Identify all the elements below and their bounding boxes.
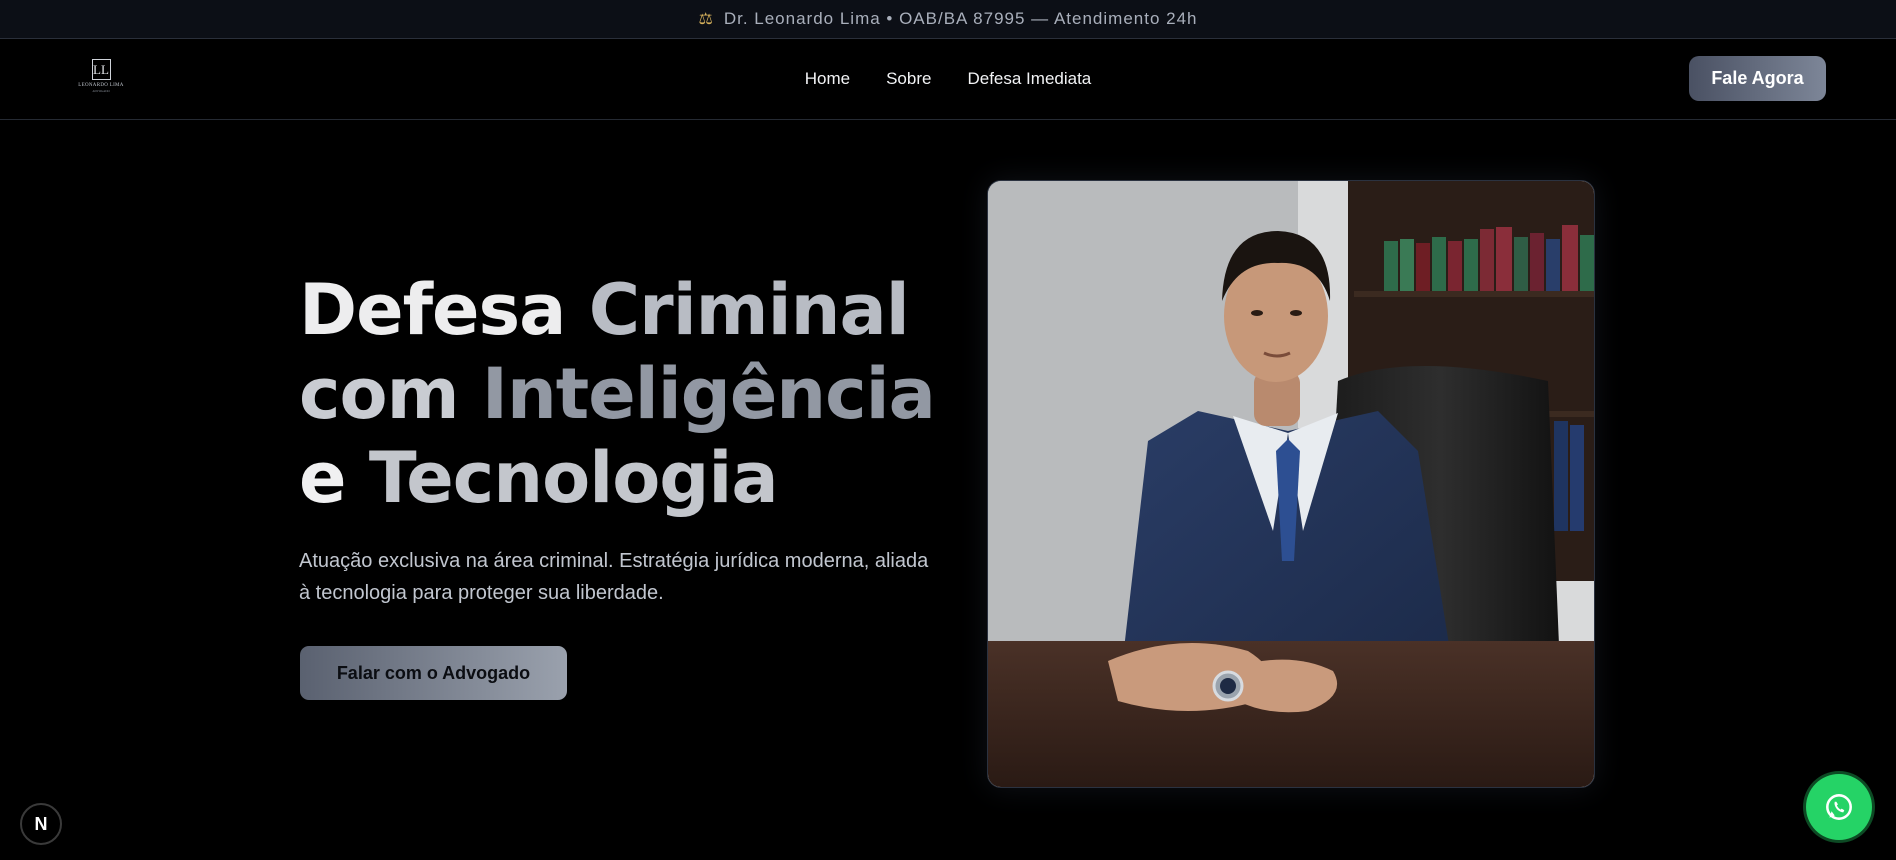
- headline-word: Inteligência: [481, 353, 936, 435]
- whatsapp-icon: [1826, 794, 1852, 820]
- headline-word: Criminal: [588, 269, 910, 351]
- main-navbar: LL LEONARDO LIMA ADVOGADO Home Sobre Def…: [0, 39, 1896, 120]
- nav-item-home[interactable]: Home: [805, 69, 850, 89]
- headline-word: Defesa: [299, 269, 566, 351]
- announcement-text: Dr. Leonardo Lima • OAB/BA 87995 — Atend…: [723, 9, 1198, 28]
- lawyer-portrait-photo: [987, 180, 1595, 788]
- logo-subtitle: ADVOGADO: [92, 89, 110, 93]
- nextjs-dev-indicator[interactable]: N: [20, 803, 62, 845]
- headline-line-3: e Tecnologia: [299, 436, 919, 520]
- nav-item-sobre[interactable]: Sobre: [886, 69, 931, 89]
- headline-word: com: [299, 353, 460, 435]
- hero-headline: Defesa Criminal com Inteligência e Tecno…: [299, 268, 936, 520]
- scale-icon: ⚖: [698, 11, 714, 28]
- falar-com-advogado-button[interactable]: Falar com o Advogado: [300, 646, 567, 700]
- fale-agora-button[interactable]: Fale Agora: [1689, 56, 1826, 101]
- logo-name: LEONARDO LIMA: [78, 83, 124, 88]
- nav-menu: Home Sobre Defesa Imediata: [0, 39, 1896, 119]
- portrait-illustration: [988, 181, 1594, 787]
- logo-monogram: LL: [91, 59, 111, 80]
- hero-subtitle: Atuação exclusiva na área criminal. Estr…: [299, 550, 929, 604]
- headline-line-1: Defesa Criminal: [299, 268, 919, 352]
- nav-item-defesa-imediata[interactable]: Defesa Imediata: [967, 69, 1091, 89]
- top-announcement-bar: ⚖ Dr. Leonardo Lima • OAB/BA 87995 — Ate…: [0, 0, 1896, 39]
- site-logo[interactable]: LL LEONARDO LIMA ADVOGADO: [74, 59, 128, 99]
- whatsapp-float-button[interactable]: [1806, 774, 1872, 840]
- headline-line-2: com Inteligência: [299, 352, 936, 436]
- headline-word: Tecnologia: [368, 437, 779, 519]
- headline-word: e: [299, 437, 346, 519]
